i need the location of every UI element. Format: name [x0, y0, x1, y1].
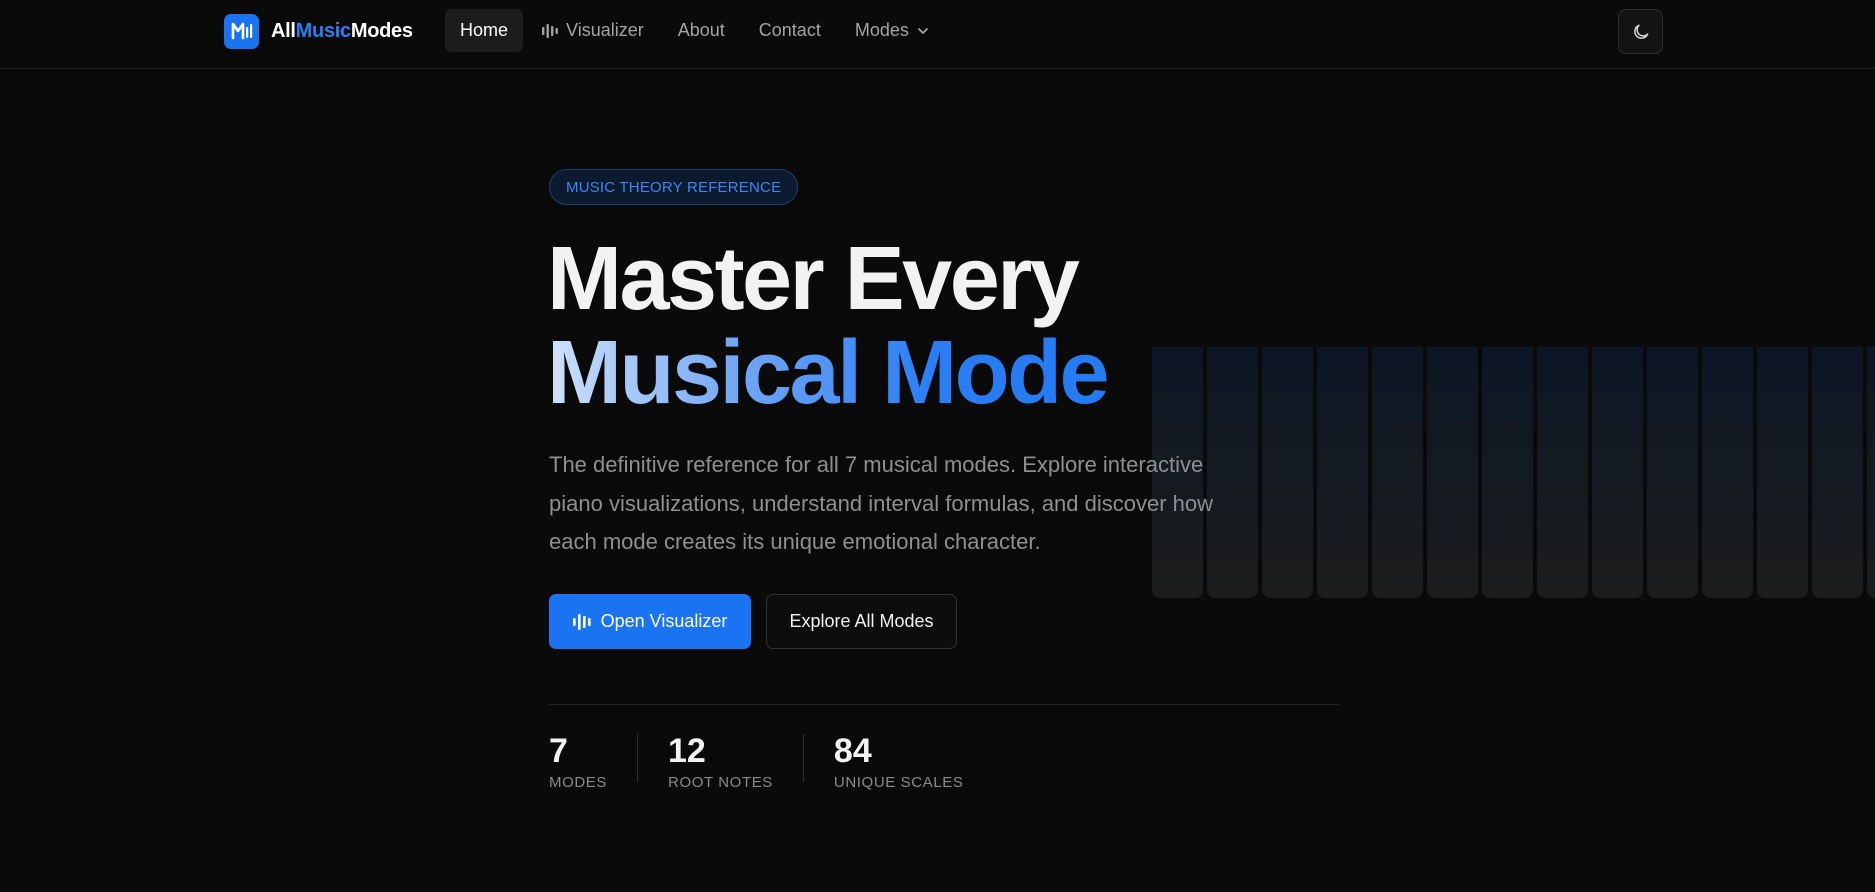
- stat-modes-value: 7: [549, 732, 568, 770]
- hero-title: Master Every Musical Mode: [547, 232, 1247, 420]
- nav-link-about-label: About: [677, 20, 725, 40]
- top-nav: AllMusicModes Home Visualizer About Cont…: [0, 0, 1875, 69]
- open-visualizer-label: Open Visualizer: [600, 611, 728, 631]
- stats-divider: [549, 704, 1339, 705]
- audio-bars-icon: [542, 23, 558, 38]
- nav-link-contact-label: Contact: [758, 20, 821, 40]
- nav-link-home-label: Home: [460, 20, 509, 40]
- stat-modes-label: MODES: [549, 774, 608, 791]
- page: AllMusicModes Home Visualizer About Cont…: [0, 0, 1875, 892]
- nav-link-about[interactable]: About: [663, 9, 740, 52]
- nav-link-visualizer-label: Visualizer: [566, 20, 644, 40]
- chevron-down-icon: [917, 27, 928, 34]
- hero-title-line2: Musical Mode: [547, 326, 1247, 420]
- logo-text: AllMusicModes: [271, 20, 413, 43]
- stats-row: 7 MODES 12 ROOT NOTES 84 UNIQUE SCALES: [549, 732, 1023, 791]
- hero-title-line1: Master Every: [547, 229, 1080, 329]
- logo-text-music: Music: [295, 19, 351, 42]
- audio-bars-icon: [572, 613, 591, 630]
- piano-key-decoration: [1537, 347, 1588, 598]
- theme-toggle-button[interactable]: [1618, 9, 1663, 54]
- piano-key-decoration: [1262, 347, 1313, 598]
- piano-key-decoration: [1757, 347, 1808, 598]
- stat-unique-scales: 84 UNIQUE SCALES: [833, 732, 994, 791]
- piano-key-decoration: [1592, 347, 1643, 598]
- explore-all-modes-button[interactable]: Explore All Modes: [766, 594, 957, 649]
- stat-unique-scales-value: 84: [833, 732, 872, 770]
- moon-icon: [1633, 24, 1648, 39]
- stat-root-notes-value: 12: [668, 732, 706, 770]
- piano-key-decoration: [1812, 347, 1863, 598]
- nav-link-visualizer[interactable]: Visualizer: [527, 9, 659, 52]
- hero-description: The definitive reference for all 7 music…: [549, 452, 1214, 554]
- piano-key-decoration: [1317, 347, 1368, 598]
- piano-key-decoration: [1427, 347, 1478, 598]
- piano-keys-decoration: [1152, 347, 1875, 598]
- stat-unique-scales-label: UNIQUE SCALES: [833, 774, 964, 791]
- nav-link-modes-label: Modes: [854, 20, 909, 40]
- hero-badge: MUSIC THEORY REFERENCE: [549, 169, 799, 205]
- logo-text-modes: Modes: [350, 19, 413, 42]
- piano-key-decoration: [1867, 347, 1875, 598]
- stat-root-notes-label: ROOT NOTES: [668, 774, 773, 791]
- piano-key-decoration: [1647, 347, 1698, 598]
- piano-key-decoration: [1702, 347, 1753, 598]
- nav-link-home[interactable]: Home: [445, 9, 524, 52]
- logo-mark-icon: [224, 13, 259, 49]
- open-visualizer-button[interactable]: Open Visualizer: [549, 594, 751, 649]
- stat-modes: 7 MODES: [549, 732, 639, 791]
- piano-key-decoration: [1482, 347, 1533, 598]
- logo-text-all: All: [271, 19, 296, 42]
- nav-link-modes-dropdown[interactable]: Modes: [840, 9, 944, 52]
- logo-link[interactable]: AllMusicModes: [224, 13, 413, 49]
- stat-root-notes: 12 ROOT NOTES: [668, 732, 804, 791]
- explore-all-modes-label: Explore All Modes: [789, 611, 934, 631]
- piano-key-decoration: [1372, 347, 1423, 598]
- nav-links: Home Visualizer About Contact Modes: [445, 9, 944, 52]
- nav-link-contact[interactable]: Contact: [744, 9, 836, 52]
